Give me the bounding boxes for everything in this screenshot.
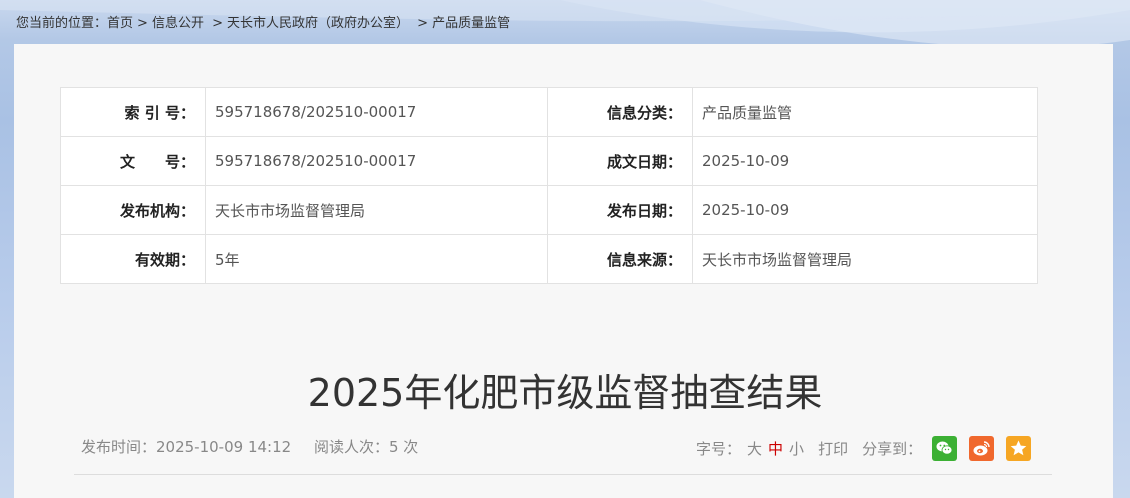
divider — [74, 474, 1052, 475]
breadcrumb-prefix: 您当前的位置： — [16, 16, 108, 31]
document-number-label: 文 号： — [60, 136, 206, 186]
publisher-value: 天长市市场监督管理局 — [205, 185, 548, 235]
source-label: 信息来源： — [547, 234, 693, 284]
index-number-label: 索 引 号： — [60, 87, 206, 137]
table-row: 发布机构： 天长市市场监督管理局 发布日期： 2025-10-09 — [60, 185, 1038, 235]
breadcrumb-home[interactable]: 首页 — [107, 16, 133, 31]
font-size-label: 字号： — [696, 440, 742, 458]
breadcrumb-separator: > — [212, 16, 223, 31]
created-date-value: 2025-10-09 — [692, 136, 1038, 186]
source-value: 天长市市场监督管理局 — [692, 234, 1038, 284]
validity-label: 有效期： — [60, 234, 206, 284]
document-metadata-table: 索 引 号： 595718678/202510-00017 信息分类： 产品质量… — [60, 87, 1038, 284]
font-size-small-button[interactable]: 小 — [789, 438, 804, 459]
font-size-medium-button[interactable]: 中 — [768, 438, 783, 459]
wechat-icon[interactable] — [932, 436, 958, 461]
breadcrumb-government[interactable]: 天长市人民政府（政府办公室） — [227, 16, 409, 31]
read-count: 阅读人次：5 次 — [313, 438, 419, 456]
breadcrumb-category[interactable]: 产品质量监管 — [432, 16, 510, 31]
created-date-label: 成文日期： — [547, 136, 693, 186]
article-info: 发布时间：2025-10-09 14:12 阅读人次：5 次 — [81, 436, 418, 457]
weibo-icon[interactable] — [969, 436, 995, 461]
breadcrumb-info-public[interactable]: 信息公开 — [152, 16, 204, 31]
font-size-large-button[interactable]: 大 — [747, 438, 762, 459]
article-tools: 字号： 大 中 小 打印 分享到： — [696, 436, 1032, 461]
favorite-icon[interactable] — [1006, 436, 1032, 461]
breadcrumb-separator: > — [417, 16, 429, 31]
index-number-value: 595718678/202510-00017 — [205, 87, 548, 137]
validity-value: 5年 — [205, 234, 548, 284]
table-row: 索 引 号： 595718678/202510-00017 信息分类： 产品质量… — [60, 87, 1038, 137]
table-row: 文 号： 595718678/202510-00017 成文日期： 2025-1… — [60, 136, 1038, 186]
published-date-label: 发布日期： — [547, 185, 693, 235]
article-title: 2025年化肥市级监督抽查结果 — [307, 371, 823, 415]
category-value: 产品质量监管 — [692, 87, 1038, 137]
table-row: 有效期： 5年 信息来源： 天长市市场监督管理局 — [60, 234, 1038, 284]
publisher-label: 发布机构： — [60, 185, 206, 235]
document-number-value: 595718678/202510-00017 — [205, 136, 548, 186]
breadcrumb: 您当前的位置：首页 > 信息公开 > 天长市人民政府（政府办公室） > 产品质量监管 — [16, 12, 510, 31]
published-date-value: 2025-10-09 — [692, 185, 1038, 235]
share-label: 分享到： — [862, 440, 923, 458]
publish-time: 发布时间：2025-10-09 14:12 — [81, 438, 292, 456]
category-label: 信息分类： — [547, 87, 693, 137]
breadcrumb-separator: > — [137, 16, 148, 31]
print-button[interactable]: 打印 — [818, 438, 848, 459]
